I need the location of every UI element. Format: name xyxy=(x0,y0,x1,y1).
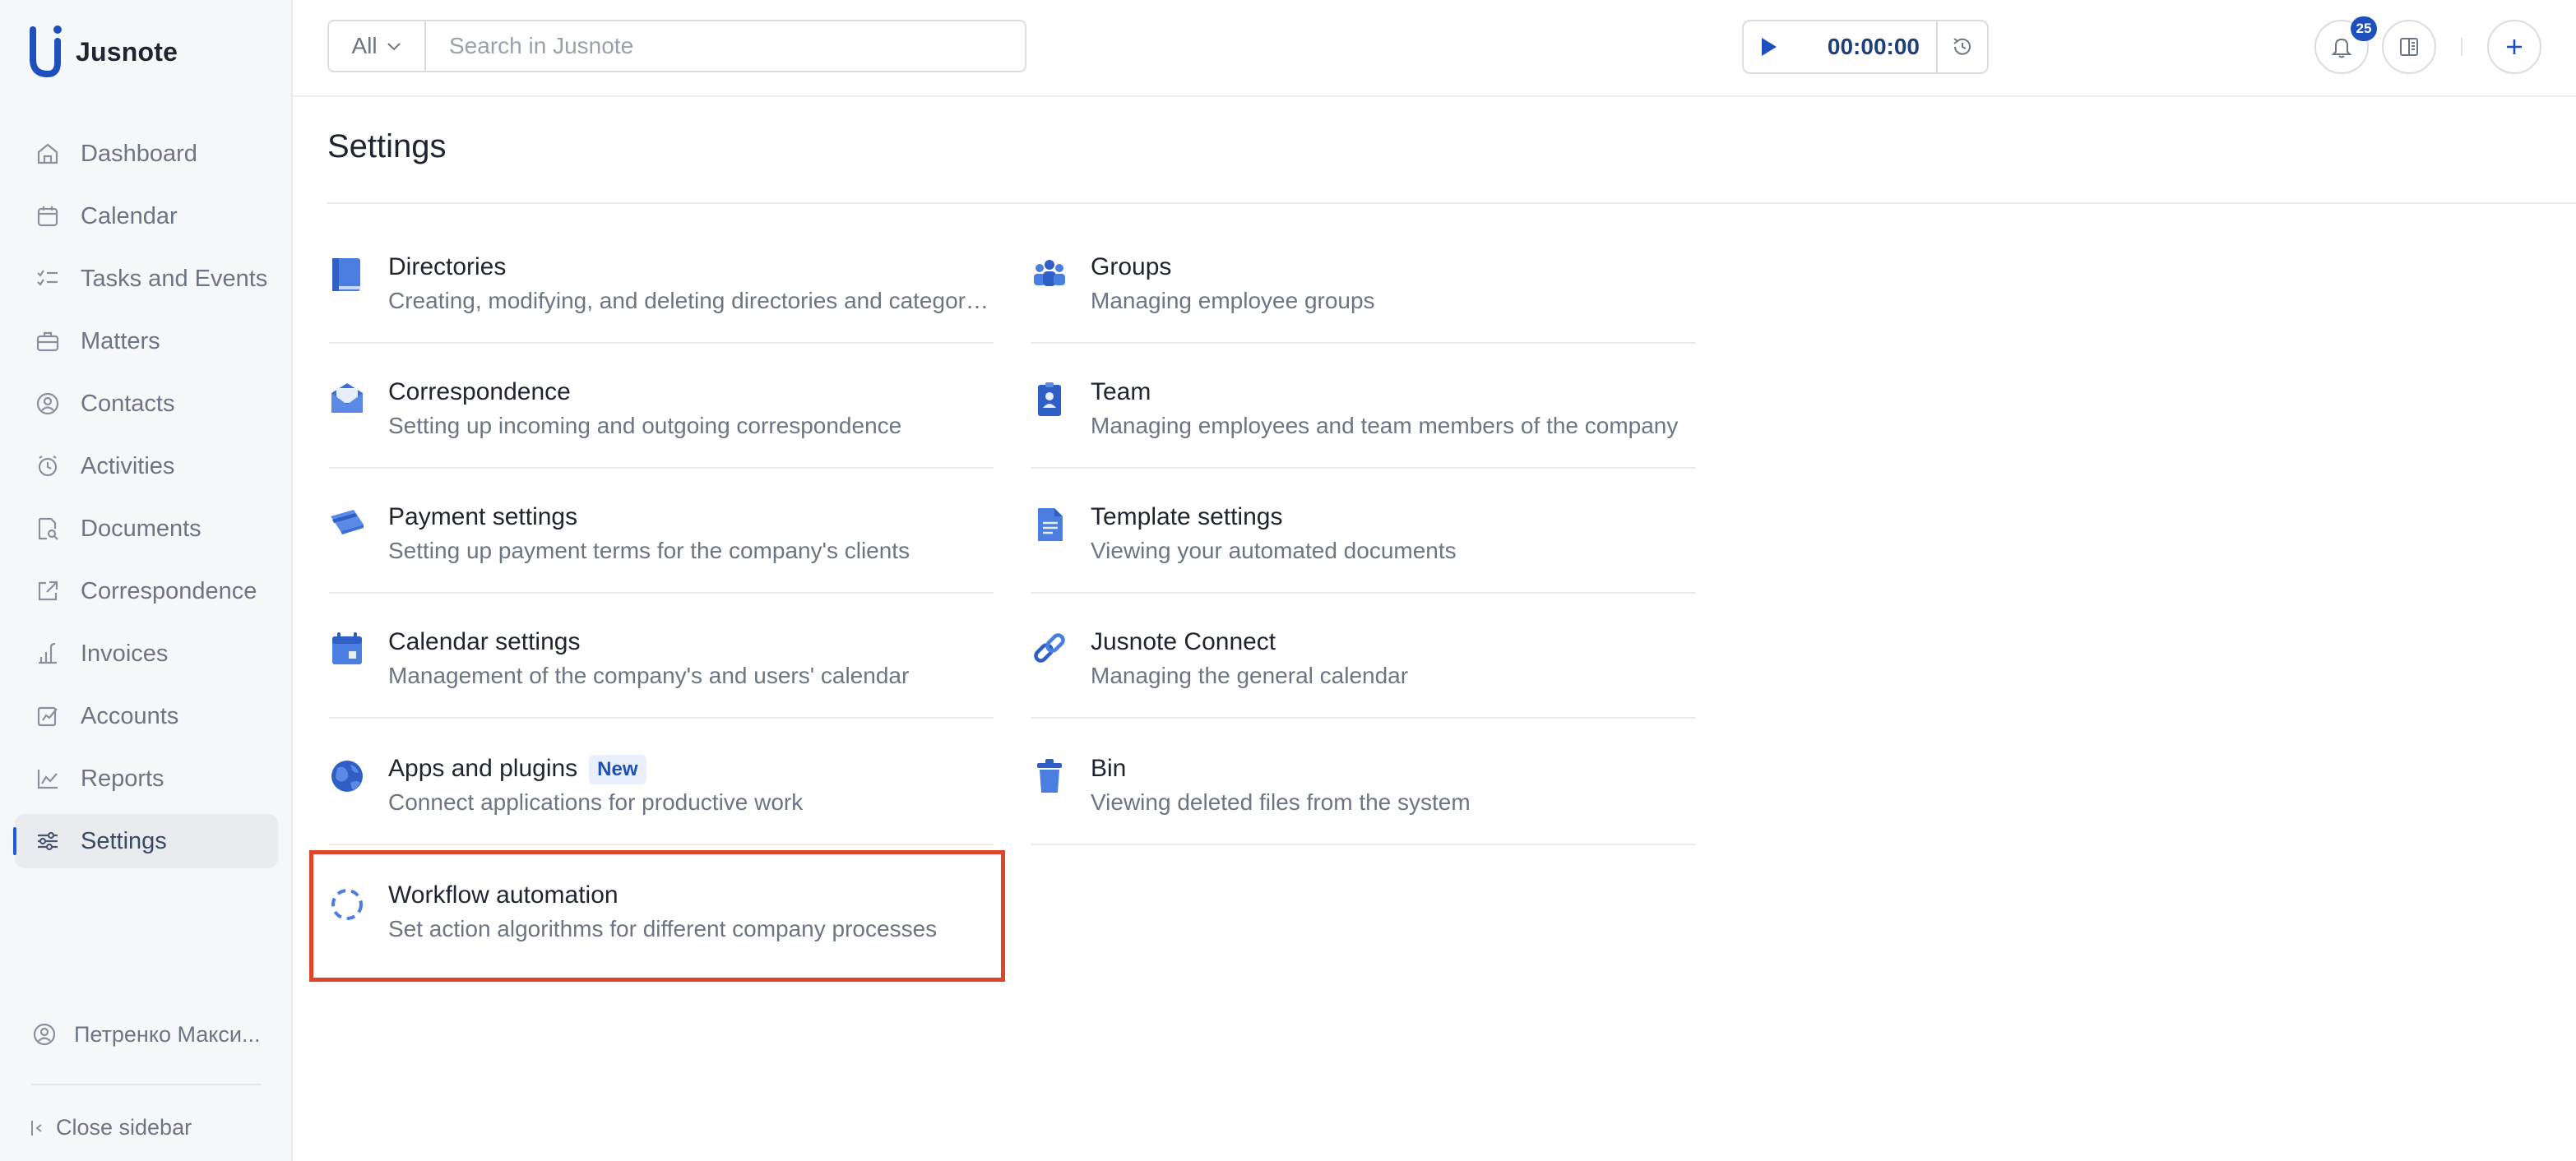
checklist-icon xyxy=(33,264,63,294)
sidebar-nav: Dashboard Calendar Tasks and Events Matt… xyxy=(13,127,278,877)
book-panel-icon xyxy=(2400,38,2418,56)
sidebar-item-matters[interactable]: Matters xyxy=(15,314,278,368)
search-scope-value: All xyxy=(351,33,378,58)
id-badge-icon xyxy=(1031,378,1068,421)
plus-icon xyxy=(2507,39,2522,54)
settings-card-bin[interactable]: Bin Viewing deleted files from the syste… xyxy=(1031,748,1696,873)
bell-icon xyxy=(2331,38,2352,58)
settings-card-team[interactable]: Team Managing employees and team members… xyxy=(1031,372,1696,497)
document-search-icon xyxy=(33,514,63,543)
sidebar-item-contacts[interactable]: Contacts xyxy=(15,377,278,431)
search-bar: All xyxy=(327,20,1026,72)
timer-widget: 00:00:00 xyxy=(1742,20,1989,74)
card-divider xyxy=(329,342,994,344)
card-divider xyxy=(1031,844,1696,845)
apps-and-plugins-title: Apps and plugins xyxy=(388,755,578,782)
jusnote-logo-icon xyxy=(30,25,62,78)
card-divider xyxy=(1031,342,1696,344)
play-icon xyxy=(1762,38,1777,56)
close-sidebar-label: Close sidebar xyxy=(56,1115,192,1140)
sidebar-item-settings[interactable]: Settings xyxy=(13,814,278,868)
envelope-icon xyxy=(329,378,365,421)
credit-card-icon xyxy=(329,503,365,546)
timer-history-button[interactable] xyxy=(1938,21,1987,72)
settings-card-workflow-automation[interactable]: Workflow automation Set action algorithm… xyxy=(329,875,994,1000)
card-divider xyxy=(1031,717,1696,719)
sidebar-item-documents[interactable]: Documents xyxy=(15,502,278,556)
sidebar-item-calendar[interactable]: Calendar xyxy=(15,189,278,243)
sidebar-item-invoices[interactable]: Invoices xyxy=(15,627,278,681)
sidebar: Jusnote Dashboard Calendar Tasks and Eve… xyxy=(0,0,293,1161)
sidebar-item-reports[interactable]: Reports xyxy=(15,752,278,806)
settings-card-template-settings[interactable]: Template settings Viewing your automated… xyxy=(1031,497,1696,622)
settings-card-correspondence[interactable]: Correspondence Setting up incoming and o… xyxy=(329,372,994,497)
new-badge: New xyxy=(589,755,646,785)
timer-display: 00:00:00 xyxy=(1793,21,1938,72)
sidebar-item-accounts[interactable]: Accounts xyxy=(15,689,278,743)
sidebar-item-activities[interactable]: Activities xyxy=(15,439,278,493)
settings-card-calendar-settings[interactable]: Calendar settings Management of the comp… xyxy=(329,622,994,747)
chart-icon xyxy=(33,764,63,793)
app-name: Jusnote xyxy=(76,36,178,67)
alarm-clock-icon xyxy=(33,451,63,481)
title-divider xyxy=(327,202,2576,204)
card-divider xyxy=(329,592,994,594)
sidebar-divider xyxy=(31,1084,262,1085)
settings-card-groups[interactable]: Groups Managing employee groups xyxy=(1031,247,1696,372)
user-profile[interactable]: Петренко Макси... xyxy=(31,1021,260,1048)
card-divider xyxy=(329,467,994,469)
user-icon xyxy=(33,1023,56,1046)
page-title: Settings xyxy=(327,128,447,164)
home-icon xyxy=(33,139,63,169)
globe-icon xyxy=(329,755,365,798)
briefcase-icon xyxy=(33,326,63,356)
invoice-icon xyxy=(33,639,63,668)
topbar: All 00:00:00 25 xyxy=(293,0,2576,97)
settings-card-payment-settings[interactable]: Payment settings Setting up payment term… xyxy=(329,497,994,622)
card-divider xyxy=(1031,592,1696,594)
notification-count-badge: 25 xyxy=(2351,16,2377,41)
book-icon xyxy=(329,253,365,296)
settings-card-jusnote-connect[interactable]: Jusnote Connect Managing the general cal… xyxy=(1031,622,1696,747)
trash-icon xyxy=(1031,755,1068,798)
settings-card-apps-and-plugins[interactable]: Apps and plugins New Connect applications… xyxy=(329,748,994,873)
sidebar-item-dashboard[interactable]: Dashboard xyxy=(15,127,278,181)
chevron-down-icon xyxy=(387,43,401,51)
external-link-icon xyxy=(33,576,63,606)
close-sidebar-button[interactable]: Close sidebar xyxy=(30,1115,192,1140)
search-scope-dropdown[interactable]: All xyxy=(329,21,426,71)
people-icon xyxy=(1031,253,1068,296)
contacts-icon xyxy=(33,389,63,419)
loading-circle-icon xyxy=(329,881,365,924)
sidebar-item-tasks-and-events[interactable]: Tasks and Events xyxy=(15,252,278,306)
settings-card-directories[interactable]: Directories Creating, modifying, and del… xyxy=(329,247,994,372)
user-name: Петренко Макси... xyxy=(74,1021,261,1047)
chain-link-icon xyxy=(1031,628,1068,671)
sidebar-item-correspondence[interactable]: Correspondence xyxy=(15,564,278,618)
calendar-icon xyxy=(329,628,365,671)
card-divider xyxy=(1031,467,1696,469)
app-logo[interactable]: Jusnote xyxy=(28,21,178,82)
sliders-icon xyxy=(33,826,63,856)
card-divider xyxy=(329,844,994,845)
search-input[interactable] xyxy=(426,21,1025,72)
add-button[interactable] xyxy=(2487,20,2541,74)
timer-play-button[interactable] xyxy=(1744,21,1793,72)
topbar-separator xyxy=(2461,38,2462,56)
accounts-icon xyxy=(33,701,63,731)
panel-toggle-button[interactable] xyxy=(2382,20,2436,74)
collapse-arrow-icon xyxy=(31,1120,42,1136)
file-icon xyxy=(1031,503,1068,546)
history-icon xyxy=(1953,38,1971,55)
card-divider xyxy=(329,717,994,719)
active-indicator xyxy=(13,827,16,855)
calendar-icon xyxy=(33,201,63,231)
